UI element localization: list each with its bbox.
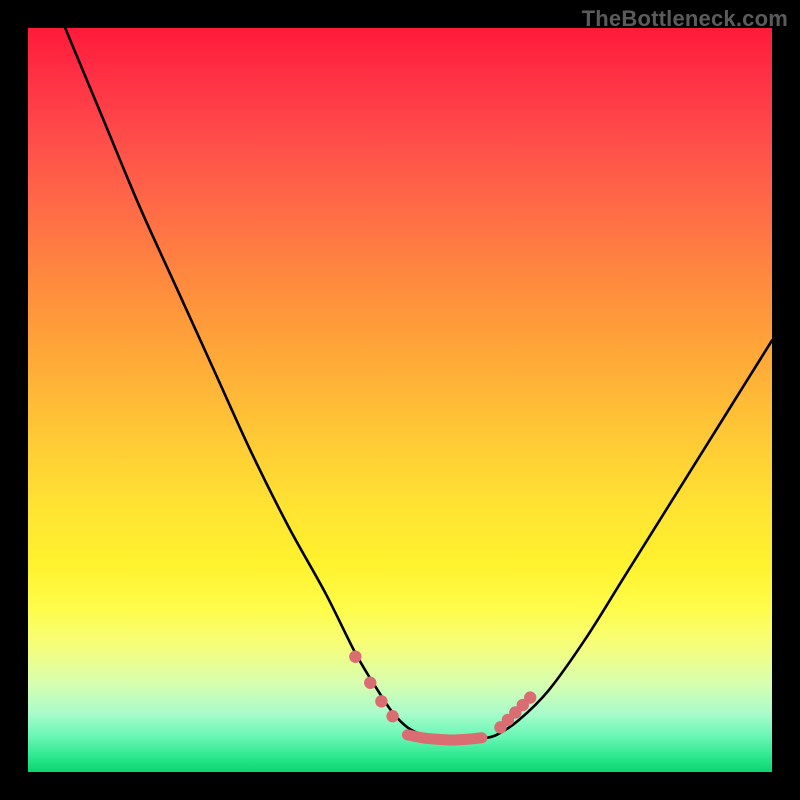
trough-highlight (407, 735, 481, 740)
curve-marker (375, 695, 387, 707)
curve-marker (364, 677, 376, 689)
curve-markers (349, 650, 536, 733)
bottleneck-curve (65, 28, 772, 740)
curve-marker (386, 710, 398, 722)
curve-marker (349, 650, 361, 662)
curve-marker (524, 691, 536, 703)
curve-svg (28, 28, 772, 772)
chart-frame: TheBottleneck.com (0, 0, 800, 800)
